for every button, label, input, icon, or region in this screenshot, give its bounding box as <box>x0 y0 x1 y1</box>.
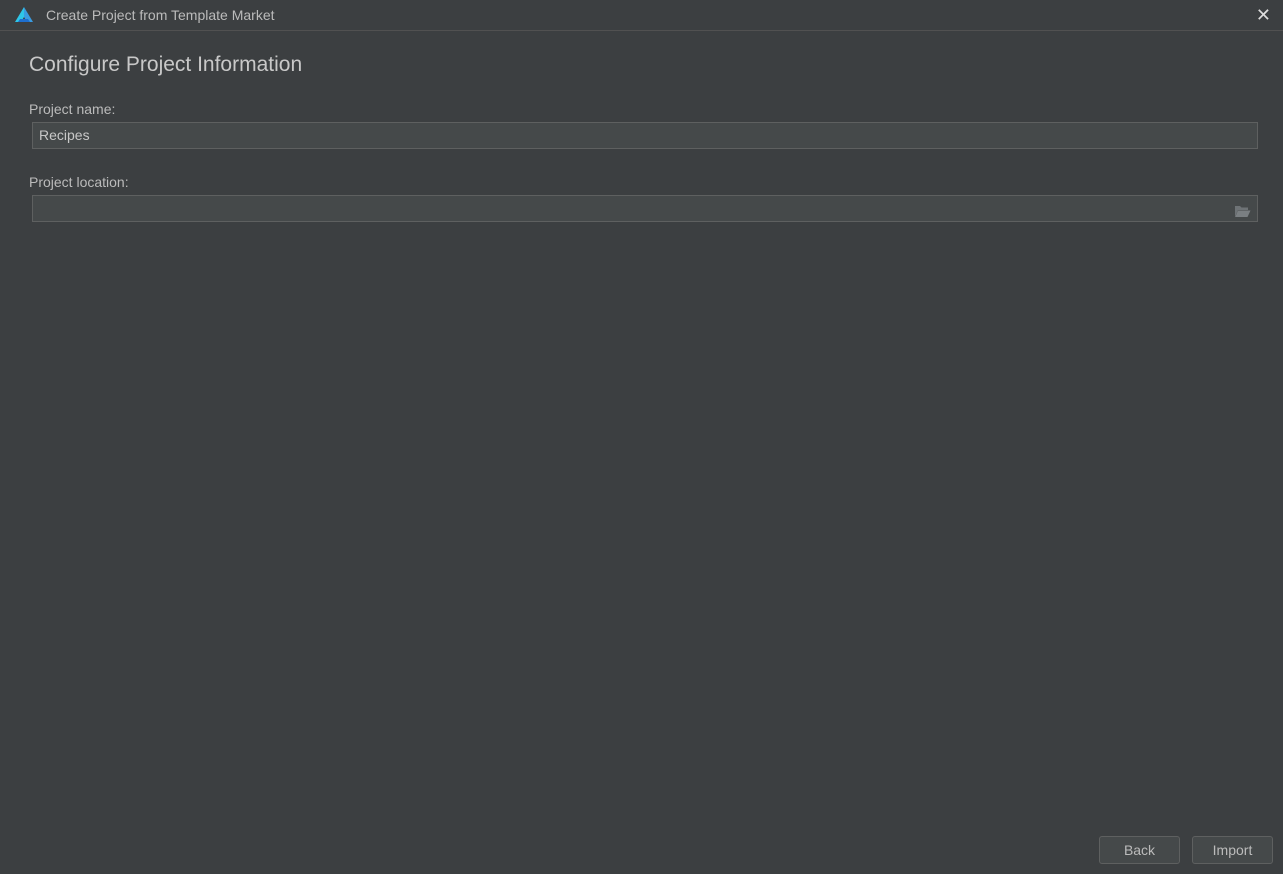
folder-open-icon[interactable] <box>1234 201 1251 226</box>
app-logo-icon <box>14 6 34 29</box>
project-name-label: Project name: <box>29 101 116 117</box>
project-location-input[interactable] <box>32 195 1258 222</box>
back-button[interactable]: Back <box>1099 836 1180 864</box>
title-bar: Create Project from Template Market ✕ <box>0 0 1283 31</box>
project-location-label: Project location: <box>29 174 129 190</box>
close-icon[interactable]: ✕ <box>1256 5 1271 26</box>
window-title: Create Project from Template Market <box>46 7 275 23</box>
project-name-input[interactable]: Recipes <box>32 122 1258 149</box>
page-title: Configure Project Information <box>29 53 303 76</box>
import-button[interactable]: Import <box>1192 836 1273 864</box>
